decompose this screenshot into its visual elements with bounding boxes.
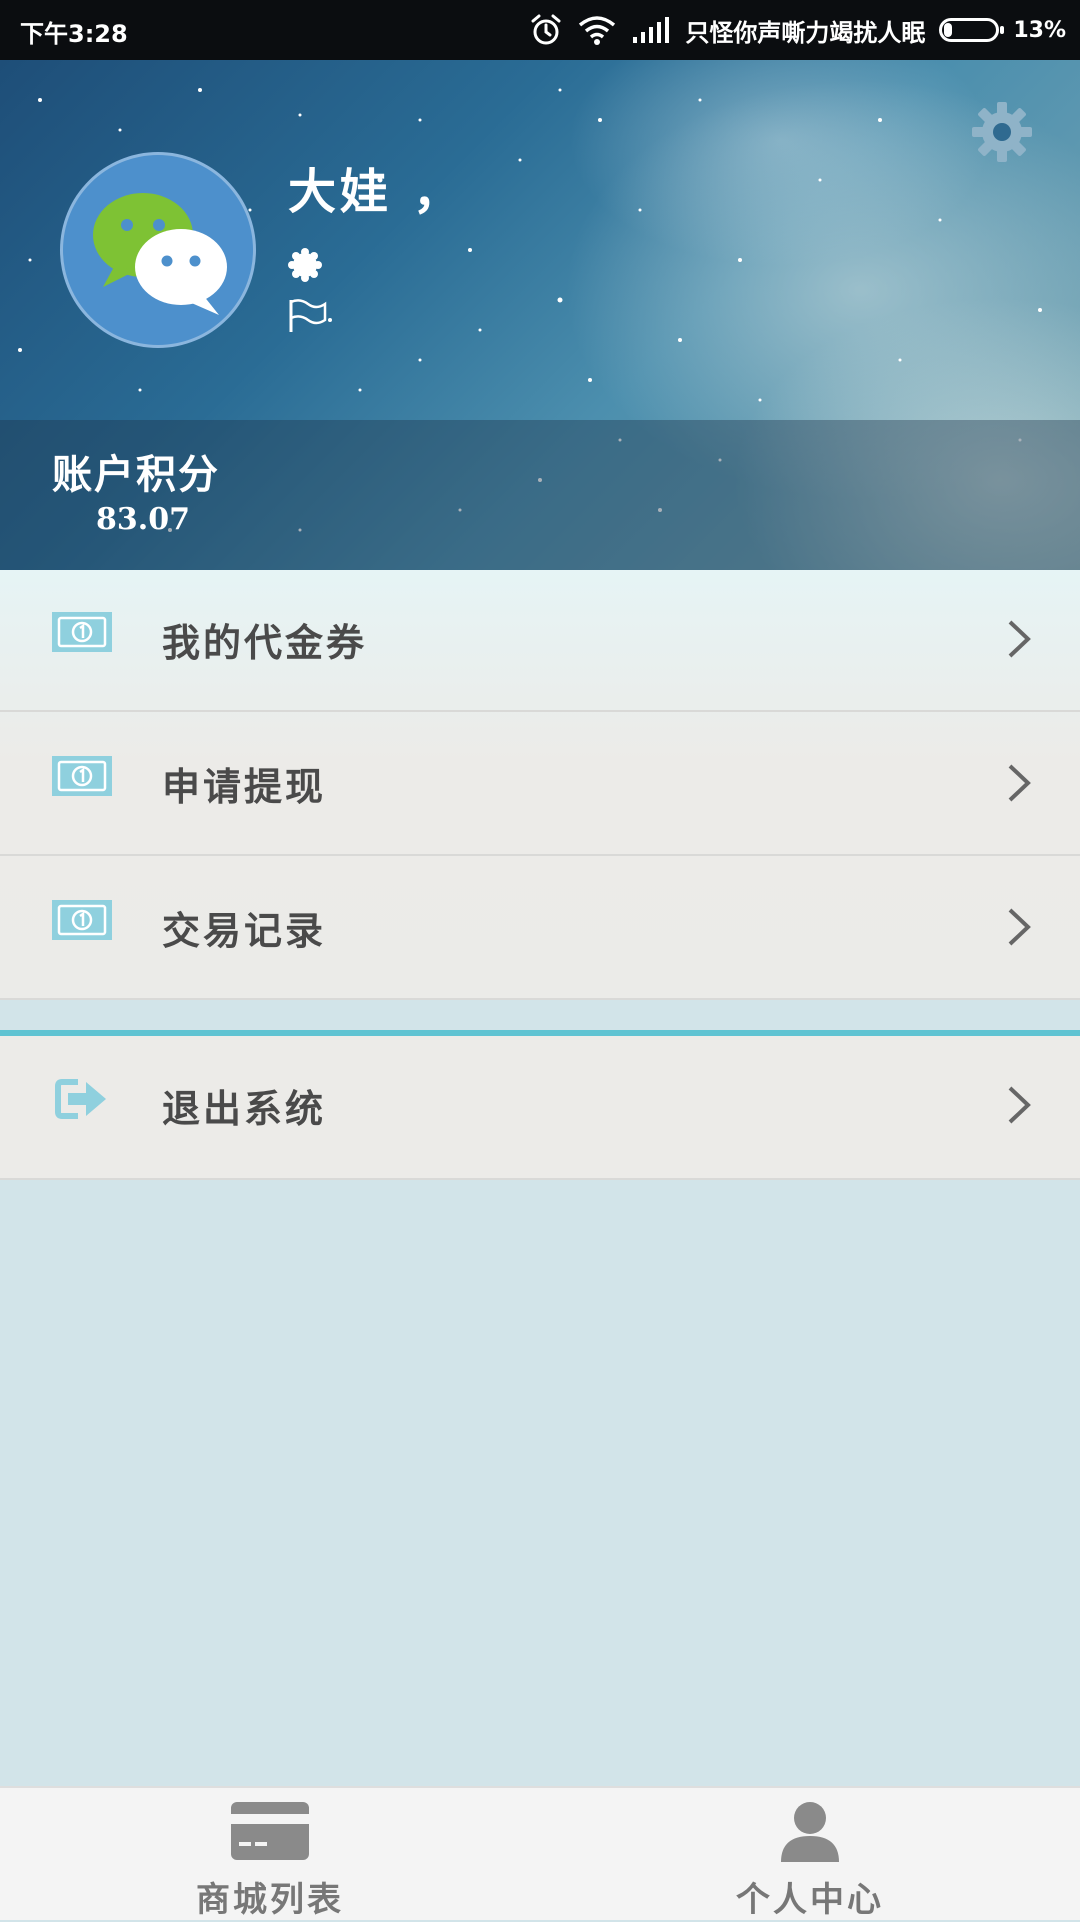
wechat-icon bbox=[93, 193, 227, 315]
person-icon bbox=[781, 1802, 839, 1862]
points-value: 83.07 bbox=[96, 502, 190, 537]
alarm-icon bbox=[531, 14, 561, 45]
banknote-icon bbox=[52, 756, 112, 796]
nav-tab-personal-center[interactable]: 个人中心 bbox=[540, 1788, 1080, 1922]
menu-item-label: 交易记录 bbox=[162, 908, 327, 953]
nav-tab-mall-list[interactable]: 商城列表 bbox=[0, 1788, 540, 1922]
chevron-right-icon bbox=[1008, 764, 1031, 802]
menu-item-label: 我的代金券 bbox=[162, 620, 368, 665]
chevron-right-icon bbox=[1008, 1086, 1031, 1124]
banknote-icon bbox=[52, 612, 112, 652]
bottom-nav: 商城列表 个人中心 bbox=[0, 1786, 1080, 1920]
nav-tab-label: 商城列表 bbox=[196, 1880, 344, 1920]
points-label: 账户积分 bbox=[52, 451, 220, 498]
status-time: 下午3:28 bbox=[20, 20, 128, 48]
badge-icon bbox=[288, 248, 322, 282]
card-icon bbox=[231, 1802, 309, 1860]
chevron-right-icon bbox=[1008, 620, 1031, 658]
menu-item-label: 退出系统 bbox=[162, 1086, 327, 1131]
status-bar: 下午3:28 只怪你声嘶力竭扰人眠 13% bbox=[0, 0, 1080, 60]
user-name: 大娃 ， bbox=[288, 164, 465, 220]
flag-icon bbox=[289, 299, 327, 332]
account-points-panel: 账户积分 83.07 bbox=[0, 420, 1080, 570]
banknote-icon bbox=[52, 900, 112, 940]
menu-item-transactions[interactable]: 交易记录 bbox=[0, 858, 1080, 1000]
nav-tab-label: 个人中心 bbox=[736, 1880, 884, 1920]
signal-icon bbox=[633, 17, 670, 43]
menu-item-logout[interactable]: 退出系统 bbox=[0, 1036, 1080, 1180]
battery-icon bbox=[939, 18, 1005, 42]
battery-percent: 13% bbox=[1013, 17, 1066, 43]
menu-list: 我的代金券 申请提现 交易记录 bbox=[0, 570, 1080, 1000]
profile-header: 大娃 ， 账户积分 83.07 bbox=[0, 60, 1080, 570]
avatar[interactable] bbox=[60, 152, 256, 348]
gear-icon[interactable] bbox=[970, 100, 1034, 164]
chevron-right-icon bbox=[1008, 908, 1031, 946]
carrier-name: 只怪你声嘶力竭扰人眠 bbox=[685, 17, 926, 47]
status-icons: 只怪你声嘶力竭扰人眠 13% bbox=[529, 10, 1066, 50]
menu-item-vouchers[interactable]: 我的代金券 bbox=[0, 570, 1080, 712]
menu-item-label: 申请提现 bbox=[162, 764, 327, 809]
logout-icon bbox=[55, 1079, 106, 1119]
wifi-icon bbox=[579, 16, 616, 45]
menu-item-withdraw[interactable]: 申请提现 bbox=[0, 714, 1080, 856]
